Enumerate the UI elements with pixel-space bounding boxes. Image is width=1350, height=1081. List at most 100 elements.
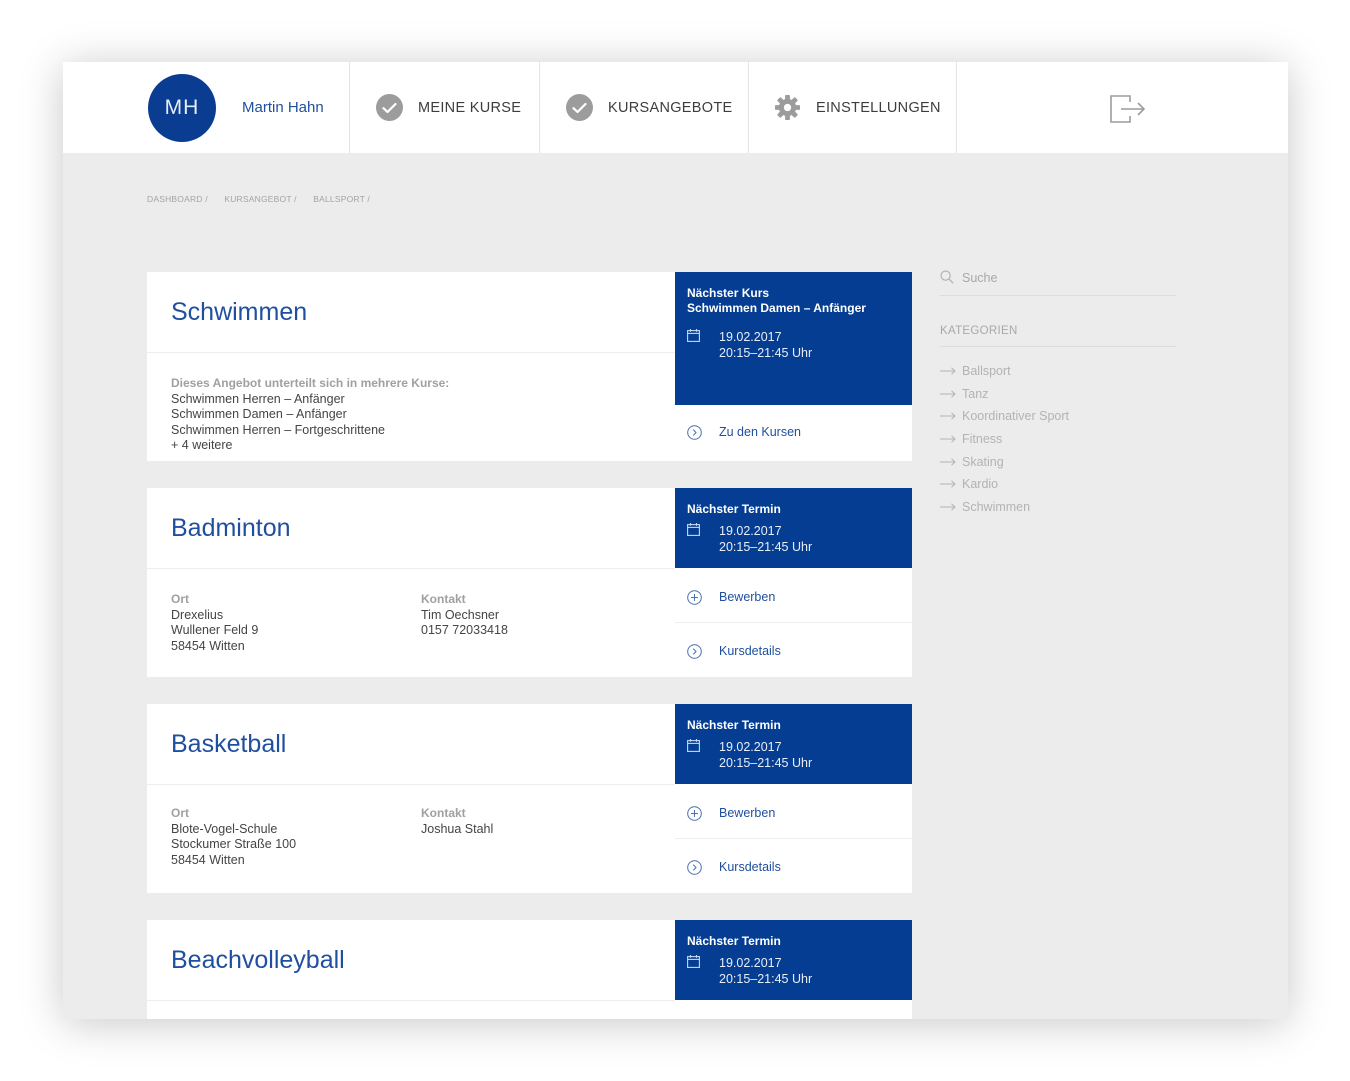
calendar-icon [687, 955, 700, 968]
card-title[interactable]: Schwimmen [171, 298, 307, 327]
next-course-box: Nächster Kurs Schwimmen Damen – Anfänger… [675, 272, 912, 405]
location-label: Ort [171, 592, 189, 606]
category-item-tanz[interactable]: Tanz [940, 383, 1069, 406]
nav-item-meine-kurse[interactable]: MEINE KURSE [376, 62, 521, 153]
card-title[interactable]: Basketball [171, 730, 286, 759]
contact-block: Kontakt Joshua Stahl [421, 806, 493, 837]
category-item-ballsport[interactable]: Ballsport [940, 360, 1069, 383]
course-card-schwimmen: Schwimmen Dieses Angebot unterteilt sich… [147, 272, 912, 461]
nav-divider [349, 62, 350, 153]
category-label: Skating [962, 454, 1004, 469]
next-date: 19.02.2017 [719, 524, 782, 538]
divider [147, 1000, 675, 1001]
divider [147, 784, 675, 785]
location-line: Stockumer Straße 100 [171, 837, 297, 851]
list-item: Schwimmen Herren – Fortgeschrittene [171, 422, 385, 437]
calendar-icon [687, 329, 700, 342]
nav-item-einstellungen[interactable]: EINSTELLUNGEN [774, 62, 941, 153]
category-label: Tanz [962, 386, 989, 401]
breadcrumb-item-kursangebot[interactable]: KURSANGEBOT / [224, 194, 296, 204]
course-card-basketball: Basketball Ort Blote-Vogel-Schule Stocku… [147, 704, 912, 893]
arrow-right-icon [940, 480, 956, 488]
divider [147, 568, 675, 569]
calendar-icon [687, 739, 700, 752]
category-label: Ballsport [962, 364, 1011, 379]
box-title: Nächster Kurs [687, 286, 770, 300]
box-title: Nächster Termin [687, 934, 781, 948]
gear-icon [774, 94, 801, 121]
user-name[interactable]: Martin Hahn [242, 99, 324, 116]
box-subtitle: Schwimmen Damen – Anfänger [687, 301, 866, 315]
to-courses-link[interactable]: Zu den Kursen [675, 405, 912, 459]
nav-label: EINSTELLUNGEN [816, 99, 941, 116]
nav-label: MEINE KURSE [418, 99, 522, 116]
divider [675, 838, 912, 839]
action-label: Kursdetails [719, 644, 781, 658]
arrow-right-icon [940, 367, 956, 375]
logout-icon[interactable] [1109, 94, 1147, 124]
categories-list: Ballsport Tanz Koordinativer Sport Fitne… [940, 360, 1069, 518]
top-navigation-bar: MH Martin Hahn MEINE KURSE KURSANGEBOTE [63, 62, 1288, 153]
action-label: Bewerben [719, 590, 776, 604]
card-main: Basketball Ort Blote-Vogel-Schule Stocku… [147, 704, 675, 893]
location-block: Ort Drexelius Wullener Feld 9 58454 Witt… [171, 592, 258, 654]
action-label: Kursdetails [719, 860, 781, 874]
arrow-right-icon [940, 458, 956, 466]
category-item-fitness[interactable]: Fitness [940, 428, 1069, 451]
box-title: Nächster Termin [687, 718, 781, 732]
search-input[interactable] [962, 271, 1162, 285]
next-appointment-box: Nächster Termin 19.02.2017 20:15–21:45 U… [675, 488, 912, 568]
next-time: 20:15–21:45 Uhr [719, 972, 813, 986]
categories-heading: KATEGORIEN [940, 325, 1176, 347]
check-circle-icon [376, 94, 403, 121]
box-title: Nächster Termin [687, 502, 781, 516]
apply-button[interactable]: Bewerben [675, 570, 912, 624]
breadcrumb-item-dashboard[interactable]: DASHBOARD / [147, 194, 208, 204]
course-card-badminton: Badminton Ort Drexelius Wullener Feld 9 … [147, 488, 912, 677]
divider [147, 352, 675, 353]
category-label: Schwimmen [962, 499, 1031, 514]
nav-item-kursangebote[interactable]: KURSANGEBOTE [566, 62, 732, 153]
location-block: Ort Blote-Vogel-Schule Stockumer Straße … [171, 806, 296, 868]
breadcrumb: DASHBOARD / KURSANGEBOT / BALLSPORT / [147, 194, 384, 204]
nav-divider [539, 62, 540, 153]
location-line: 58454 Witten [171, 852, 245, 867]
card-side: Nächster Termin 19.02.2017 20:15–21:45 U… [675, 488, 912, 677]
location-line: Drexelius [171, 607, 224, 622]
card-title[interactable]: Badminton [171, 514, 291, 543]
card-main: Beachvolleyball [147, 920, 675, 1019]
card-main: Schwimmen Dieses Angebot unterteilt sich… [147, 272, 675, 461]
category-item-koordinativer-sport[interactable]: Koordinativer Sport [940, 405, 1069, 428]
contact-block: Kontakt Tim Oechsner 0157 72033418 [421, 592, 508, 639]
contact-line: Tim Oechsner [421, 607, 500, 622]
location-line: Blote-Vogel-Schule [171, 821, 278, 836]
next-appointment-box: Nächster Termin 19.02.2017 20:15–21:45 U… [675, 920, 912, 1000]
card-title[interactable]: Beachvolleyball [171, 946, 345, 975]
course-list: Dieses Angebot unterteilt sich in mehrer… [171, 376, 449, 454]
breadcrumb-item-ballsport[interactable]: BALLSPORT / [313, 194, 370, 204]
plus-circle-icon [687, 805, 702, 821]
next-date: 19.02.2017 [719, 956, 782, 970]
card-main: Badminton Ort Drexelius Wullener Feld 9 … [147, 488, 675, 677]
nav-label: KURSANGEBOTE [608, 99, 733, 116]
course-details-link[interactable]: Kursdetails [675, 624, 912, 678]
arrow-right-icon [940, 503, 956, 511]
location-line: 58454 Witten [171, 638, 245, 653]
next-appointment-box: Nächster Termin 19.02.2017 20:15–21:45 U… [675, 704, 912, 784]
chevron-right-circle-icon [687, 424, 702, 440]
category-item-schwimmen[interactable]: Schwimmen [940, 496, 1069, 519]
nav-divider [748, 62, 749, 153]
arrow-right-icon [940, 435, 956, 443]
avatar[interactable]: MH [148, 74, 216, 142]
list-item: Schwimmen Herren – Anfänger [171, 391, 345, 406]
next-time: 20:15–21:45 Uhr [719, 540, 813, 554]
contact-label: Kontakt [421, 806, 466, 820]
arrow-right-icon [940, 412, 956, 421]
category-item-kardio[interactable]: Kardio [940, 473, 1069, 496]
action-label: Bewerben [719, 806, 776, 820]
list-item: Schwimmen Damen – Anfänger [171, 407, 347, 421]
course-details-link[interactable]: Kursdetails [675, 840, 912, 894]
category-item-skating[interactable]: Skating [940, 450, 1069, 473]
apply-button[interactable]: Bewerben [675, 786, 912, 840]
card-side: Nächster Kurs Schwimmen Damen – Anfänger… [675, 272, 912, 461]
